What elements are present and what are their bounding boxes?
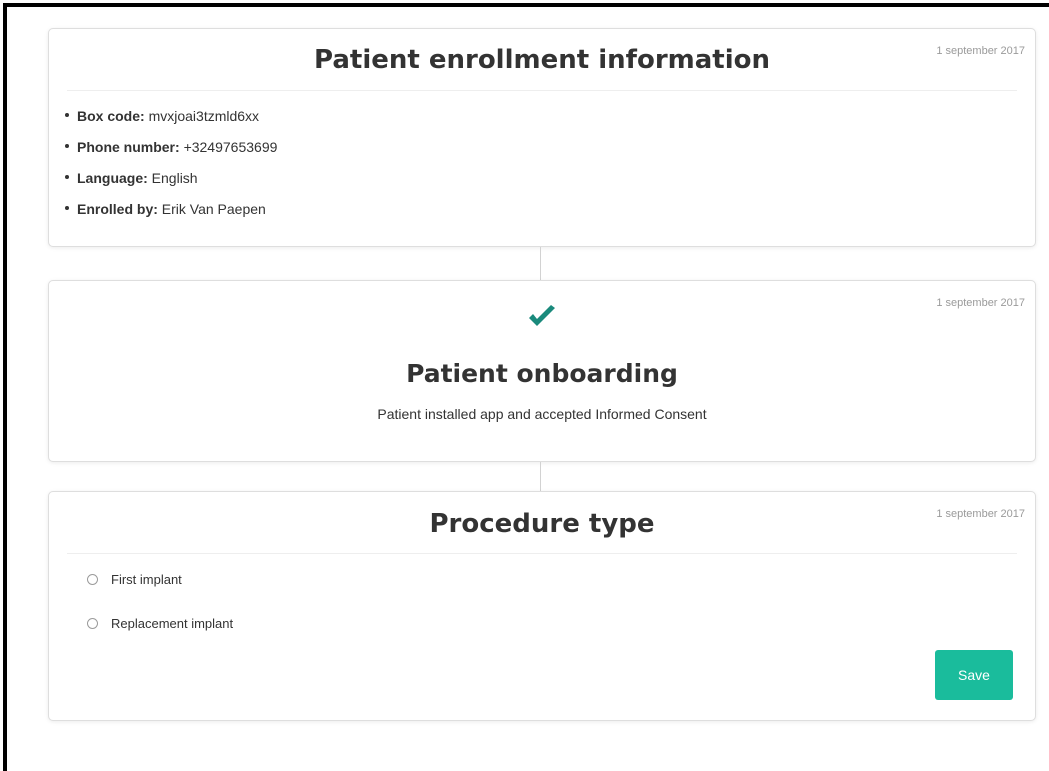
onboarding-card: 1 september 2017 Patient onboarding Pati…: [48, 280, 1036, 462]
onboarding-date: 1 september 2017: [936, 297, 1025, 309]
info-value: English: [151, 170, 198, 186]
bullet: [65, 113, 69, 118]
radio-option-first-implant[interactable]: First implant: [87, 568, 1035, 591]
timeline-connector: [540, 462, 541, 491]
info-value: mvxjoai3tzmld6xx: [148, 108, 260, 124]
procedure-title: Procedure type: [429, 509, 655, 539]
procedure-date: 1 september 2017: [936, 508, 1025, 520]
timeline-connector: [540, 247, 541, 280]
info-item-enrolled-by: Enrolled by: Erik Van Paepen: [65, 194, 1035, 225]
procedure-card: 1 september 2017 Procedure type First im…: [48, 491, 1036, 721]
enrollment-title: Patient enrollment information: [313, 45, 770, 75]
info-label: Phone number:: [77, 139, 180, 155]
bullet: [65, 144, 69, 149]
onboarding-description: Patient installed app and accepted Infor…: [377, 406, 707, 422]
bullet: [65, 175, 69, 180]
radio-button[interactable]: [87, 574, 98, 585]
procedure-radio-group: First implant Replacement implant: [49, 554, 1035, 635]
radio-button[interactable]: [87, 618, 98, 629]
enrollment-card: 1 september 2017 Patient enrollment info…: [48, 28, 1036, 247]
radio-label[interactable]: First implant: [111, 572, 182, 587]
info-label: Language:: [77, 170, 148, 186]
enrollment-info-list: Box code: mvxjoai3tzmld6xx Phone number:…: [49, 91, 1035, 225]
info-value: Erik Van Paepen: [161, 201, 266, 217]
radio-label[interactable]: Replacement implant: [111, 616, 233, 631]
radio-option-replacement-implant[interactable]: Replacement implant: [87, 612, 1035, 635]
info-item-language: Language: English: [65, 163, 1035, 194]
info-item-phone-number: Phone number: +32497653699: [65, 132, 1035, 163]
bullet: [65, 206, 69, 211]
onboarding-title: Patient onboarding: [406, 359, 678, 388]
info-item-box-code: Box code: mvxjoai3tzmld6xx: [65, 101, 1035, 132]
info-label: Box code:: [77, 108, 145, 124]
save-button[interactable]: Save: [935, 650, 1013, 700]
enrollment-date: 1 september 2017: [936, 45, 1025, 57]
info-value: +32497653699: [183, 139, 278, 155]
checkmark-icon: [49, 281, 1035, 345]
info-label: Enrolled by:: [77, 201, 158, 217]
